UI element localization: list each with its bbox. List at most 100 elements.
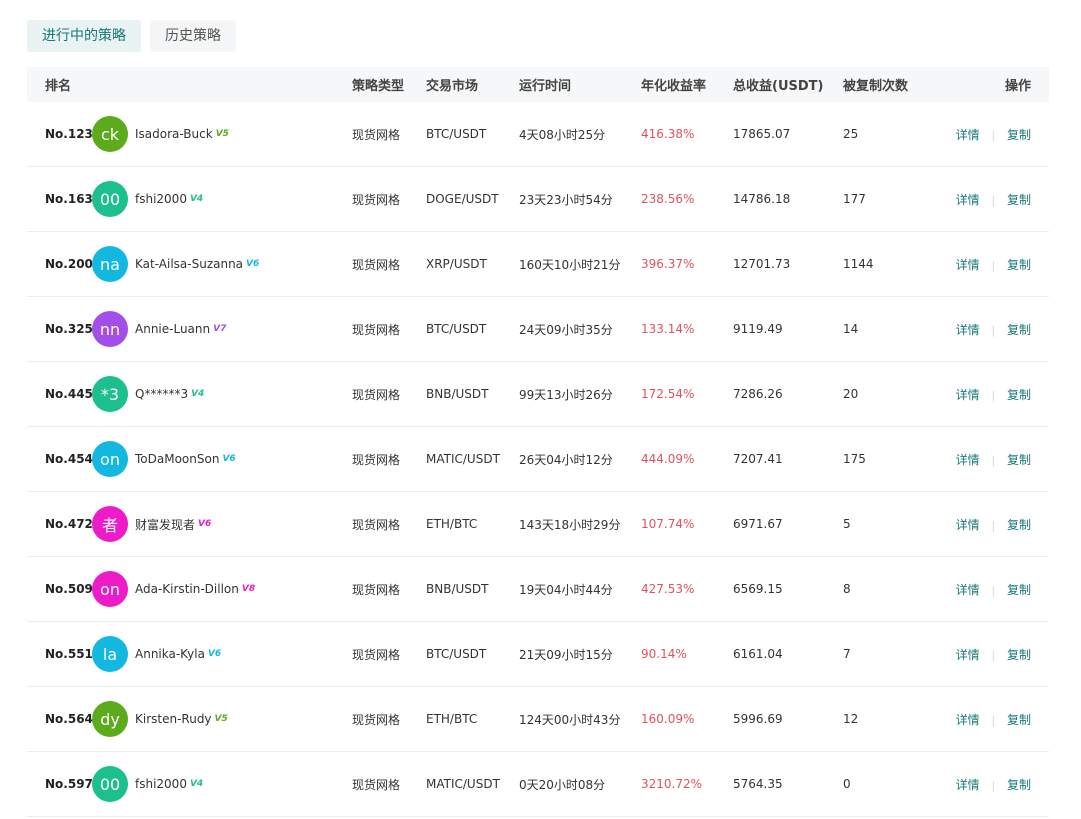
action-divider: | <box>991 128 996 142</box>
rank-number: No.454 <box>45 452 93 466</box>
detail-link[interactable]: 详情 <box>956 648 980 662</box>
avatar[interactable]: nn <box>92 311 128 347</box>
total-profit: 7207.41 <box>733 452 783 466</box>
trader-name[interactable]: Isadora-Buck <box>135 127 213 141</box>
annual-return-rate: 396.37% <box>641 257 695 271</box>
copy-link[interactable]: 复制 <box>1007 648 1031 662</box>
action-divider: | <box>991 323 996 337</box>
total-profit: 9119.49 <box>733 322 783 336</box>
trader-name[interactable]: fshi2000 <box>135 192 187 206</box>
trader-name[interactable]: Annie-Luann <box>135 322 210 336</box>
strategy-type: 现货网格 <box>352 387 401 402</box>
copy-link[interactable]: 复制 <box>1007 388 1031 402</box>
trader-name[interactable]: ToDaMoonSon <box>135 452 219 466</box>
total-profit: 6569.15 <box>733 582 783 596</box>
avatar[interactable]: 00 <box>92 766 128 802</box>
copy-link[interactable]: 复制 <box>1007 583 1031 597</box>
trading-market: BNB/USDT <box>426 582 489 596</box>
avatar[interactable]: on <box>92 571 128 607</box>
detail-link[interactable]: 详情 <box>956 388 980 402</box>
rank-number: No.509 <box>45 582 93 596</box>
tab-history-strategies[interactable]: 历史策略 <box>150 20 236 52</box>
row-actions: 详情 | 复制 <box>946 776 1049 793</box>
detail-link[interactable]: 详情 <box>956 128 980 142</box>
strategy-type: 现货网格 <box>352 777 401 792</box>
strategy-type: 现货网格 <box>352 517 401 532</box>
action-divider: | <box>991 193 996 207</box>
detail-link[interactable]: 详情 <box>956 778 980 792</box>
copy-link[interactable]: 复制 <box>1007 193 1031 207</box>
rank-cell: No.551 la Annika-Kyla V6 <box>27 636 352 672</box>
action-divider: | <box>991 258 996 272</box>
tab-active-strategies[interactable]: 进行中的策略 <box>27 20 141 52</box>
detail-link[interactable]: 详情 <box>956 583 980 597</box>
trader-name[interactable]: Kat-Ailsa-Suzanna <box>135 257 243 271</box>
copy-link[interactable]: 复制 <box>1007 778 1031 792</box>
total-profit: 6971.67 <box>733 517 783 531</box>
vip-level-badge: V5 <box>215 129 229 139</box>
row-actions: 详情 | 复制 <box>946 646 1049 663</box>
run-time: 19天04小时44分 <box>519 582 613 597</box>
avatar[interactable]: dy <box>92 701 128 737</box>
annual-return-rate: 427.53% <box>641 582 695 596</box>
avatar[interactable]: la <box>92 636 128 672</box>
table-row: No.325 nn Annie-Luann V7 现货网格 BTC/USDT 2… <box>27 297 1049 362</box>
rank-number: No.123 <box>45 127 93 141</box>
avatar[interactable]: 者 <box>92 506 128 542</box>
copy-link[interactable]: 复制 <box>1007 128 1031 142</box>
action-divider: | <box>991 518 996 532</box>
detail-link[interactable]: 详情 <box>956 193 980 207</box>
trader-name[interactable]: Q******3 <box>135 387 188 401</box>
header-rank: 排名 <box>45 79 72 94</box>
detail-link[interactable]: 详情 <box>956 323 980 337</box>
table-row: No.163 00 fshi2000 V4 现货网格 DOGE/USDT 23天… <box>27 167 1049 232</box>
rank-number: No.564 <box>45 712 93 726</box>
rank-number: No.597 <box>45 777 93 791</box>
detail-link[interactable]: 详情 <box>956 258 980 272</box>
row-actions: 详情 | 复制 <box>946 711 1049 728</box>
trader-name[interactable]: Kirsten-Rudy <box>135 712 212 726</box>
row-actions: 详情 | 复制 <box>946 191 1049 208</box>
copy-link[interactable]: 复制 <box>1007 713 1031 727</box>
rank-cell: No.123 ck Isadora-Buck V5 <box>27 116 352 152</box>
rank-number: No.163 <box>45 192 93 206</box>
annual-return-rate: 172.54% <box>641 387 695 401</box>
table-row: No.509 on Ada-Kirstin-Dillon V8 现货网格 BNB… <box>27 557 1049 622</box>
copy-link[interactable]: 复制 <box>1007 323 1031 337</box>
total-profit: 5996.69 <box>733 712 783 726</box>
vip-level-badge: V7 <box>213 324 227 334</box>
avatar[interactable]: *3 <box>92 376 128 412</box>
header-market: 交易市场 <box>426 79 479 94</box>
detail-link[interactable]: 详情 <box>956 453 980 467</box>
trader-name[interactable]: fshi2000 <box>135 777 187 791</box>
trading-market: BTC/USDT <box>426 647 487 661</box>
avatar[interactable]: na <box>92 246 128 282</box>
vip-level-badge: V4 <box>191 389 205 399</box>
trader-name[interactable]: Annika-Kyla <box>135 647 205 661</box>
trading-market: MATIC/USDT <box>426 777 500 791</box>
copy-count: 25 <box>843 127 859 141</box>
copy-count: 20 <box>843 387 859 401</box>
rank-number: No.325 <box>45 322 93 336</box>
copy-link[interactable]: 复制 <box>1007 453 1031 467</box>
avatar[interactable]: 00 <box>92 181 128 217</box>
trader-name[interactable]: Ada-Kirstin-Dillon <box>135 582 239 596</box>
trader-name[interactable]: 财富发现者 <box>135 516 195 533</box>
strategy-type: 现货网格 <box>352 647 401 662</box>
detail-link[interactable]: 详情 <box>956 518 980 532</box>
table-row: No.472 者 财富发现者 V6 现货网格 ETH/BTC 143天18小时2… <box>27 492 1049 557</box>
trading-market: BTC/USDT <box>426 127 487 141</box>
total-profit: 7286.26 <box>733 387 783 401</box>
detail-link[interactable]: 详情 <box>956 713 980 727</box>
copy-link[interactable]: 复制 <box>1007 258 1031 272</box>
row-actions: 详情 | 复制 <box>946 451 1049 468</box>
copy-count: 0 <box>843 777 851 791</box>
strategy-type: 现货网格 <box>352 322 401 337</box>
header-rate: 年化收益率 <box>641 79 707 94</box>
copy-count: 7 <box>843 647 851 661</box>
annual-return-rate: 107.74% <box>641 517 695 531</box>
action-divider: | <box>991 648 996 662</box>
avatar[interactable]: on <box>92 441 128 477</box>
copy-link[interactable]: 复制 <box>1007 518 1031 532</box>
avatar[interactable]: ck <box>92 116 128 152</box>
